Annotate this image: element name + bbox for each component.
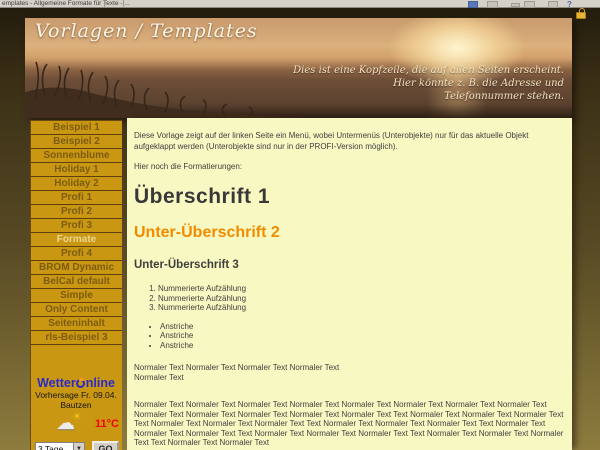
dune-grass-silhouette [25,60,315,118]
normal-text-line: Normaler Text [134,373,564,383]
sidebar-item-sonnenblume[interactable]: Sonnenblume [31,149,122,163]
forecast-city: Bautzen [30,400,122,410]
toolbar-separator [104,0,124,8]
long-text-paragraph: Normaler Text Normaler Text Normaler Tex… [134,400,571,448]
sidebar-item-simple[interactable]: Simple [31,289,122,303]
sidebar-item-profi-4[interactable]: Profi 4 [31,247,122,261]
numbered-list-item: Nummerierte Aufzählung [158,284,564,294]
sidebar-item-seiteninhalt[interactable]: Seiteninhalt [31,317,122,331]
sidebar-item-holiday-1[interactable]: Holiday 1 [31,163,122,177]
logo-text-wetter: Wetter [37,376,76,390]
forecast-range-select[interactable]: 3 Tage ▼ [35,442,85,450]
help-icon[interactable]: ? [567,1,577,8]
tagline-line: Dies ist eine Kopfzeile, die auf allen S… [293,64,564,77]
sidebar-item-holiday-2[interactable]: Holiday 2 [31,177,122,191]
bullet-list-item: Anstriche [160,331,564,341]
sidebar-item-beispiel-2[interactable]: Beispiel 2 [31,135,122,149]
logo-text-nline: nline [86,376,115,390]
selected-range-value: 3 Tage [36,444,73,450]
bullet-list-item: Anstriche [160,322,564,332]
window-icon[interactable] [487,1,498,8]
temperature-value: 11°C [95,418,119,430]
numbered-list-item: Nummerierte Aufzählung [158,303,564,313]
sidebar-item-profi-3[interactable]: Profi 3 [31,219,122,233]
restore-icon[interactable] [524,1,535,8]
site-title: Vorlagen / Templates [35,20,258,42]
minimize-icon[interactable] [511,3,520,7]
tagline-line: Telefonnummer stehen. [293,90,564,103]
sidebar-item-rls-beispiel-3[interactable]: rls-Beispiel 3 [31,331,122,345]
heading-3: Unter-Überschrift 3 [134,259,564,271]
heading-2: Unter-Überschrift 2 [134,224,564,242]
sun-o-icon [76,379,85,388]
sidebar-item-profi-1[interactable]: Profi 1 [31,191,122,205]
dropdown-arrow-icon[interactable]: ▼ [73,443,84,450]
header-tagline: Dies ist eine Kopfzeile, die auf allen S… [293,64,564,103]
sidebar-item-beispiel-1[interactable]: Beispiel 1 [31,121,122,135]
lock-icon [576,12,586,19]
wetteronline-logo[interactable]: Wetter nline [30,376,122,390]
page-icon[interactable] [548,1,558,8]
sidebar-item-profi-2[interactable]: Profi 2 [31,205,122,219]
sidebar-item-formate[interactable]: Formate [31,233,122,247]
normal-text-block: Normaler Text Normaler Text Normaler Tex… [134,363,564,383]
sidebar-item-only-content[interactable]: Only Content [31,303,122,317]
tagline-line: Hier könnte z. B. die Adresse und [293,77,564,90]
go-button[interactable]: GO [92,441,119,450]
content-area: Diese Vorlage zeigt auf der linken Seite… [127,118,572,450]
numbered-list-item: Nummerierte Aufzählung [158,294,564,304]
browser-chrome: emplates - Allgemeine Formate für Texte … [0,0,600,8]
sidebar-item-brom-dynamic[interactable]: BROM Dynamic [31,261,122,275]
app-icon[interactable] [468,1,478,8]
sidebar-item-belcal-default[interactable]: BelCal default [31,275,122,289]
cloud-icon: ☁ [56,412,75,435]
header-banner: Vorlagen / Templates Dies ist eine Kopfz… [25,18,572,118]
bullet-list-item: Anstriche [160,341,564,351]
heading-1: Überschrift 1 [134,185,564,209]
formats-line: Hier noch die Formatierungen: [134,161,564,172]
intro-paragraph: Diese Vorlage zeigt auf der linken Seite… [134,130,568,152]
numbered-list: Nummerierte Aufzählung Nummerierte Aufzä… [158,284,564,313]
normal-text-line: Normaler Text Normaler Text Normaler Tex… [134,363,564,373]
weather-widget: Wetter nline Vorhersage Fr. 09.04. Bautze… [30,376,122,450]
cloud-sun-icon: ☀ ☁ [56,412,88,434]
bullet-list: Anstriche Anstriche Anstriche [160,322,564,351]
forecast-date: Vorhersage Fr. 09.04. [30,390,122,400]
